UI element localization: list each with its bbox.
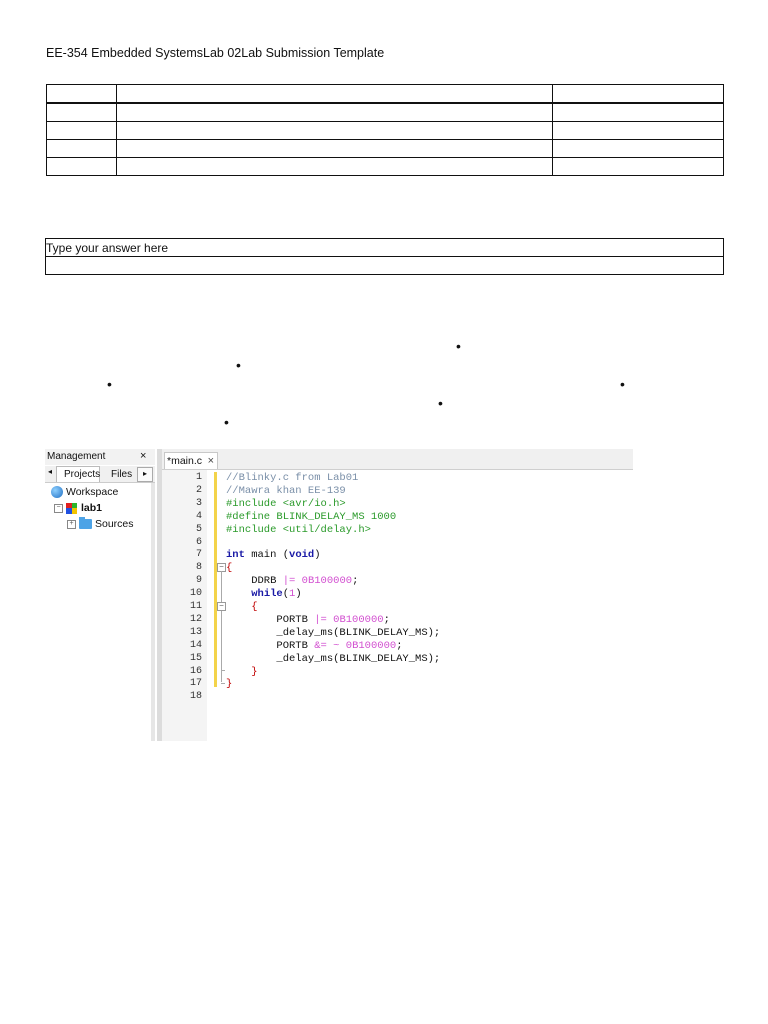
line-number: 4 <box>195 510 202 522</box>
change-marker-bar <box>214 472 217 687</box>
table-cell[interactable] <box>46 84 117 104</box>
chevron-right-icon[interactable]: ▸ <box>137 467 153 482</box>
table-row <box>46 121 724 140</box>
tab-label: *main.c <box>167 455 203 467</box>
line-number: 5 <box>195 523 202 535</box>
code-line[interactable]: { <box>226 601 257 613</box>
answer-field[interactable]: Type your answer here <box>45 238 724 257</box>
table-row: Type your answer here <box>45 238 724 257</box>
project-icon <box>66 502 77 514</box>
tab-files[interactable]: Files <box>111 469 132 480</box>
code-line[interactable]: PORTB |= 0B100000; <box>226 614 389 626</box>
table-cell[interactable] <box>46 139 117 158</box>
code-line[interactable]: //Blinky.c from Lab01 <box>226 472 358 484</box>
table-row <box>46 84 724 104</box>
chevron-left-icon[interactable]: ◂ <box>48 467 52 476</box>
line-number: 18 <box>189 691 202 703</box>
close-icon[interactable]: × <box>140 450 146 462</box>
table-cell[interactable] <box>116 102 553 122</box>
management-panel: Management × ◂ Projects Files ▸ Workspac… <box>45 449 158 741</box>
document-title: EE-354 Embedded SystemsLab 02Lab Submiss… <box>46 46 385 60</box>
workspace-icon <box>51 486 63 498</box>
table-cell[interactable] <box>116 157 553 176</box>
table-cell[interactable] <box>116 139 553 158</box>
scrollbar[interactable] <box>151 483 155 741</box>
tree-item-workspace[interactable]: Workspace <box>51 486 118 498</box>
close-icon[interactable]: × <box>208 453 214 469</box>
table-cell[interactable] <box>46 121 117 140</box>
line-number: 15 <box>189 652 202 664</box>
code-line[interactable]: while(1) <box>226 588 301 600</box>
line-number: 2 <box>195 484 202 496</box>
code-line[interactable]: DDRB |= 0B100000; <box>226 575 358 587</box>
line-number: 14 <box>189 639 202 651</box>
editor-tab-main-c[interactable]: *main.c × <box>164 452 218 469</box>
line-number: 10 <box>189 588 202 600</box>
line-number: 16 <box>189 665 202 677</box>
code-line[interactable]: { <box>226 562 232 574</box>
bullet-mark: • <box>224 414 229 430</box>
line-number: 6 <box>195 536 202 548</box>
code-line[interactable]: int main (void) <box>226 549 321 561</box>
fold-guide <box>221 571 222 682</box>
bullet-mark: • <box>107 376 112 392</box>
table-cell[interactable] <box>46 157 117 176</box>
table-row <box>46 139 724 158</box>
bullet-mark: • <box>438 395 443 411</box>
code-line[interactable]: PORTB &= ~ 0B100000; <box>226 640 402 652</box>
tab-projects[interactable]: Projects <box>56 466 100 482</box>
bullet-mark: • <box>620 376 625 392</box>
code-line[interactable]: #define BLINK_DELAY_MS 1000 <box>226 511 396 523</box>
line-number: 1 <box>195 472 202 483</box>
code-line[interactable]: #include <util/delay.h> <box>226 524 371 536</box>
code-line[interactable]: } <box>226 666 257 678</box>
tree-item-sources[interactable]: + Sources <box>67 517 134 530</box>
code-editor[interactable]: *main.c × − − 1 2 3 4 5 6 7 8 9 10 11 12 13 14 15 16 17 1… <box>162 449 633 741</box>
management-title: Management <box>47 451 106 462</box>
tree-label: Workspace <box>66 486 119 498</box>
table-cell[interactable] <box>116 84 553 104</box>
code-line[interactable]: #include <avr/io.h> <box>226 498 346 510</box>
editor-tab-bar: *main.c × <box>162 449 633 470</box>
line-number: 3 <box>195 497 202 509</box>
management-tabs: ◂ Projects Files ▸ <box>45 466 155 483</box>
collapse-icon[interactable]: − <box>54 503 63 513</box>
tree-label: Sources <box>95 518 134 530</box>
tree-label: lab1 <box>81 502 103 514</box>
fold-icon[interactable]: − <box>217 602 226 611</box>
code-line[interactable]: _delay_ms(BLINK_DELAY_MS); <box>226 653 440 665</box>
code-line[interactable]: } <box>226 678 232 690</box>
tree-item-project[interactable]: − lab1 <box>54 502 102 514</box>
code-line[interactable]: //Mawra khan EE-139 <box>226 485 346 497</box>
answer-field-empty[interactable] <box>45 256 724 275</box>
ide-screenshot: Management × ◂ Projects Files ▸ Workspac… <box>45 449 633 741</box>
info-table <box>46 84 724 176</box>
code-line[interactable]: _delay_ms(BLINK_DELAY_MS); <box>226 627 440 639</box>
line-number: 12 <box>189 613 202 625</box>
table-row <box>46 102 724 122</box>
table-cell[interactable] <box>552 102 724 122</box>
table-cell[interactable] <box>116 121 553 140</box>
line-number: 11 <box>189 601 202 612</box>
fold-guide <box>221 683 225 684</box>
table-cell[interactable] <box>552 139 724 158</box>
table-cell[interactable] <box>552 121 724 140</box>
table-cell[interactable] <box>46 102 117 122</box>
table-cell[interactable] <box>552 84 724 104</box>
line-number: 13 <box>189 626 202 638</box>
management-header: Management × <box>45 449 155 465</box>
line-number: 8 <box>195 562 202 574</box>
table-row <box>45 256 724 275</box>
answer-table: Type your answer here <box>45 238 724 275</box>
expand-icon[interactable]: + <box>67 519 76 529</box>
bullet-mark: • <box>236 357 241 373</box>
line-number: 17 <box>189 678 202 690</box>
line-number: 9 <box>195 575 202 587</box>
table-cell[interactable] <box>552 157 724 176</box>
folder-icon <box>79 517 92 529</box>
bullet-mark: • <box>456 338 461 354</box>
table-row <box>46 157 724 176</box>
line-number: 7 <box>195 549 202 561</box>
fold-guide <box>221 670 225 671</box>
